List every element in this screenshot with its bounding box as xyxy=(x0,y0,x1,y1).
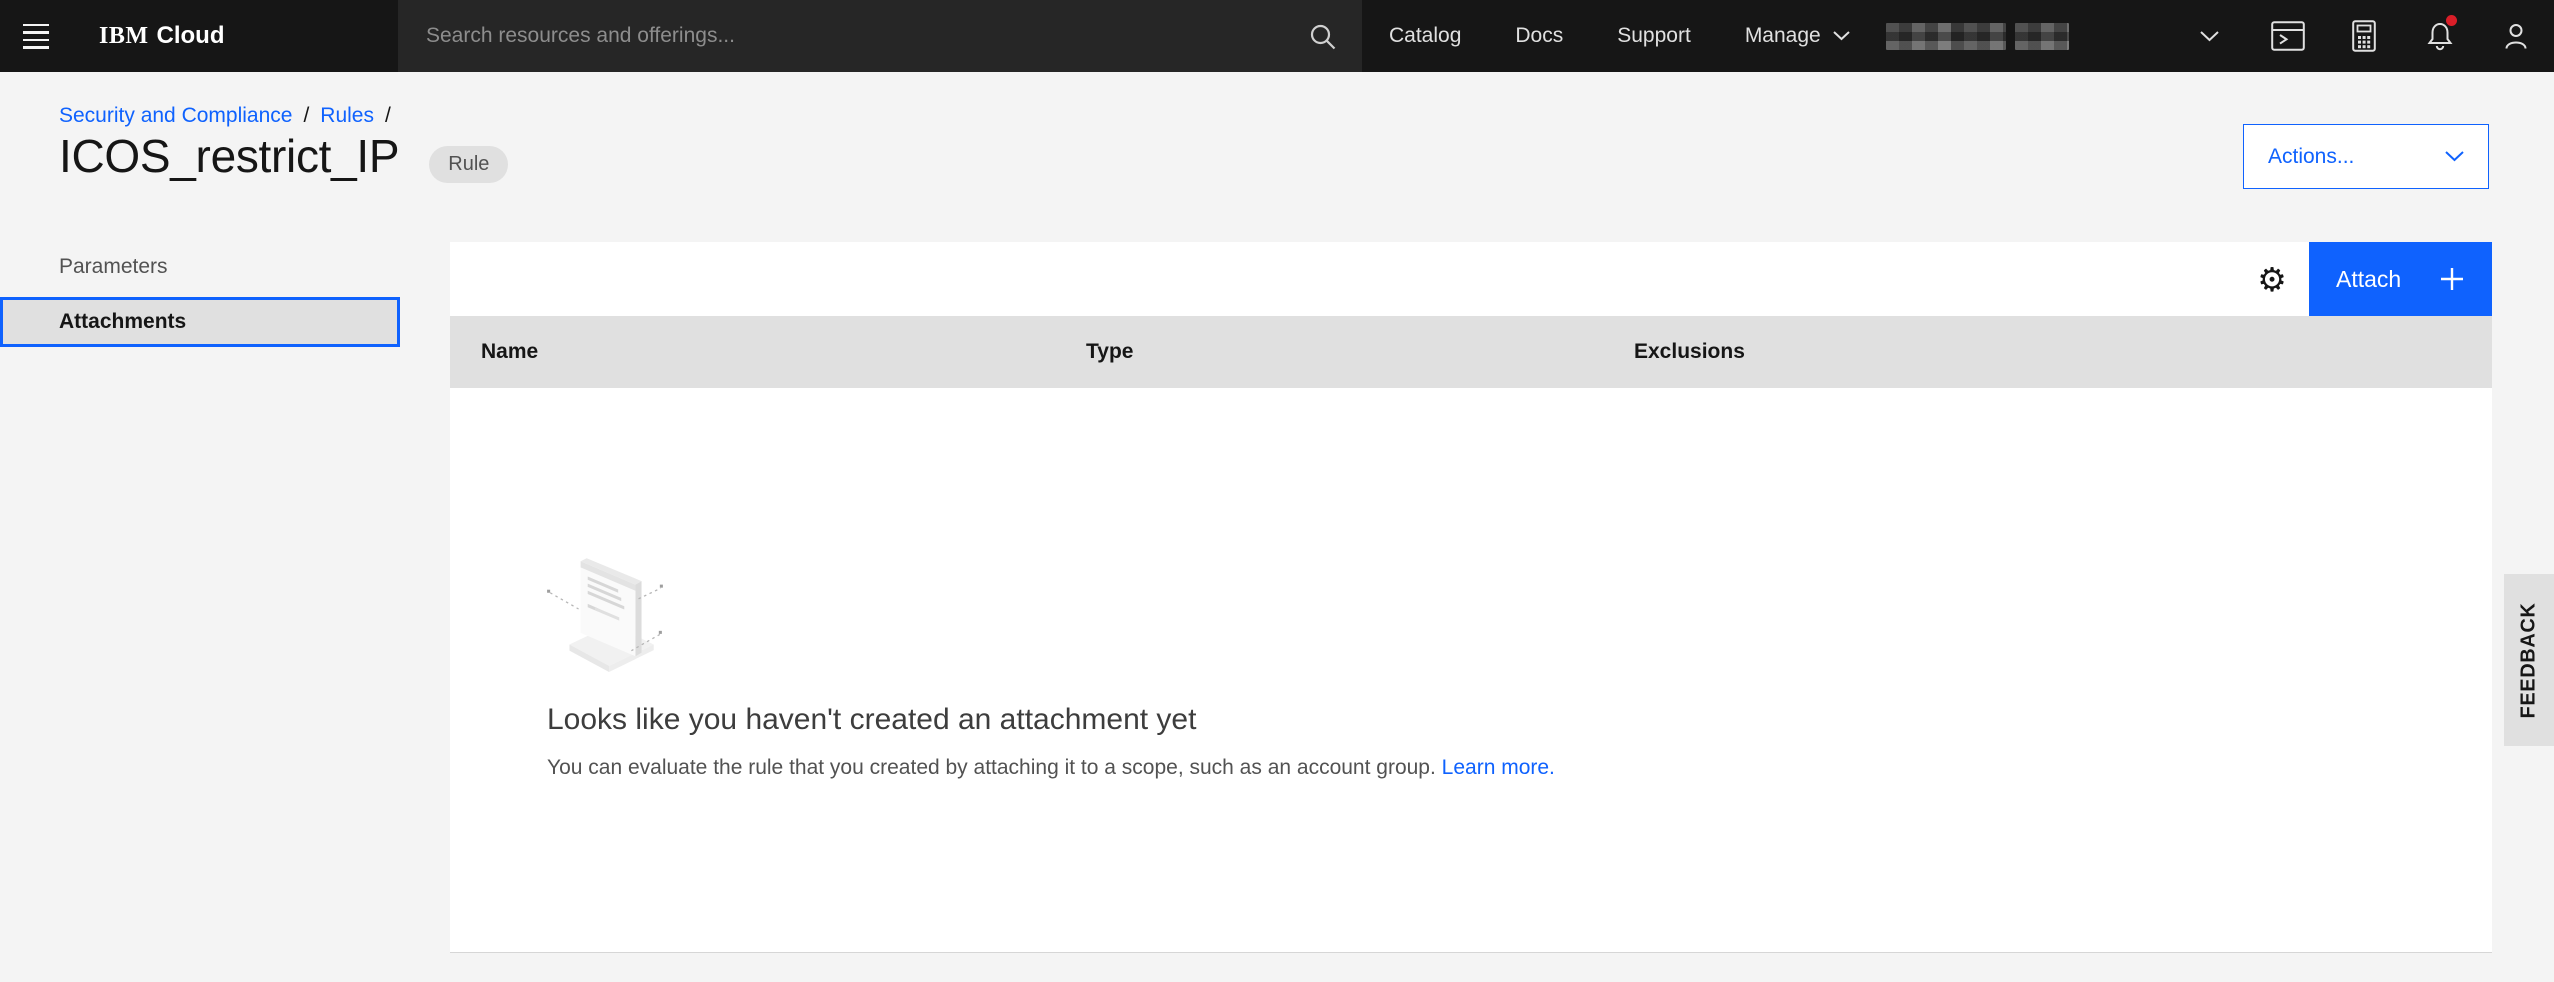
chevron-down-icon xyxy=(2199,30,2219,41)
breadcrumb-separator: / xyxy=(385,104,391,127)
attach-label: Attach xyxy=(2336,265,2402,292)
actions-dropdown[interactable]: Actions... xyxy=(2243,124,2489,189)
global-search-input[interactable]: Search resources and offerings... xyxy=(398,0,1362,72)
unread-notification-dot xyxy=(2446,15,2457,26)
add-icon xyxy=(2441,268,2463,290)
sidenav-item-parameters[interactable]: Parameters xyxy=(0,242,400,292)
column-header-exclusions: Exclusions xyxy=(1634,340,1745,363)
attachments-empty-state: Looks like you haven't created an attach… xyxy=(450,388,2492,953)
web-cli-terminal-button[interactable] xyxy=(2250,0,2326,72)
nav-link-docs[interactable]: Docs xyxy=(1488,0,1590,72)
user-avatar-icon xyxy=(2505,24,2527,49)
breadcrumb-rules[interactable]: Rules xyxy=(320,104,374,128)
attachments-toolbar: ⚙ Attach xyxy=(450,242,2492,316)
search-placeholder: Search resources and offerings... xyxy=(426,24,735,47)
empty-state-body: You can evaluate the rule that you creat… xyxy=(547,752,1595,783)
profile-button[interactable] xyxy=(2478,0,2554,72)
calculator-icon xyxy=(2352,20,2376,52)
manage-menu[interactable]: Manage xyxy=(1718,0,1877,72)
actions-label: Actions... xyxy=(2268,144,2355,168)
manage-label: Manage xyxy=(1744,24,1821,47)
header-action-icons xyxy=(2250,0,2554,72)
sidenav-item-attachments[interactable]: Attachments xyxy=(0,297,400,347)
hamburger-menu-icon[interactable] xyxy=(0,0,72,72)
rule-tag-badge: Rule xyxy=(429,146,509,184)
empty-state-heading: Looks like you haven't created an attach… xyxy=(547,703,1197,736)
rule-side-nav: Parameters Attachments xyxy=(0,242,400,352)
terminal-icon xyxy=(2271,21,2305,51)
notifications-button[interactable] xyxy=(2402,0,2478,72)
search-icon xyxy=(1310,24,1336,49)
column-header-name: Name xyxy=(481,340,539,363)
brand-company: IBM xyxy=(99,22,149,49)
empty-attachments-illustration xyxy=(547,558,663,672)
nav-link-catalog[interactable]: Catalog xyxy=(1362,0,1488,72)
page-content: Security and Compliance / Rules / ICOS_r… xyxy=(0,72,2554,982)
breadcrumb: Security and Compliance / Rules / xyxy=(59,104,391,128)
attachments-panel: ⚙ Attach Name Type Exclusions Looks like… xyxy=(450,242,2492,953)
attach-button[interactable]: Attach xyxy=(2309,242,2492,316)
chevron-down-icon xyxy=(1833,31,1850,41)
column-header-type: Type xyxy=(1086,340,1134,363)
account-redaction-block xyxy=(1886,23,2006,50)
header-nav: Catalog Docs Support Manage xyxy=(1362,0,1877,72)
page-title: ICOS_restrict_IP xyxy=(59,130,400,182)
table-settings-button[interactable]: ⚙ xyxy=(2247,242,2297,316)
account-name-redacted[interactable] xyxy=(1886,23,2069,50)
empty-state-text: You can evaluate the rule that you creat… xyxy=(547,756,1436,779)
feedback-label: FEEDBACK xyxy=(2517,602,2540,718)
breadcrumb-security-and-compliance[interactable]: Security and Compliance xyxy=(59,104,292,128)
learn-more-link[interactable]: Learn more. xyxy=(1442,756,1555,779)
account-switcher-chevron[interactable] xyxy=(2192,20,2226,52)
breadcrumb-separator: / xyxy=(303,104,310,127)
nav-link-support[interactable]: Support xyxy=(1590,0,1718,72)
attachments-table-header: Name Type Exclusions xyxy=(450,316,2492,388)
ibm-cloud-logo[interactable]: IBM Cloud xyxy=(99,0,224,72)
global-header: IBM Cloud Search resources and offerings… xyxy=(0,0,2554,72)
feedback-tab[interactable]: FEEDBACK xyxy=(2504,574,2554,746)
brand-product: Cloud xyxy=(156,22,225,49)
cost-estimator-button[interactable] xyxy=(2326,0,2402,72)
gear-icon: ⚙ xyxy=(2257,260,2287,298)
account-redaction-block xyxy=(2015,23,2069,50)
page-title-row: ICOS_restrict_IP Rule xyxy=(59,128,509,186)
chevron-down-icon xyxy=(2445,151,2464,162)
